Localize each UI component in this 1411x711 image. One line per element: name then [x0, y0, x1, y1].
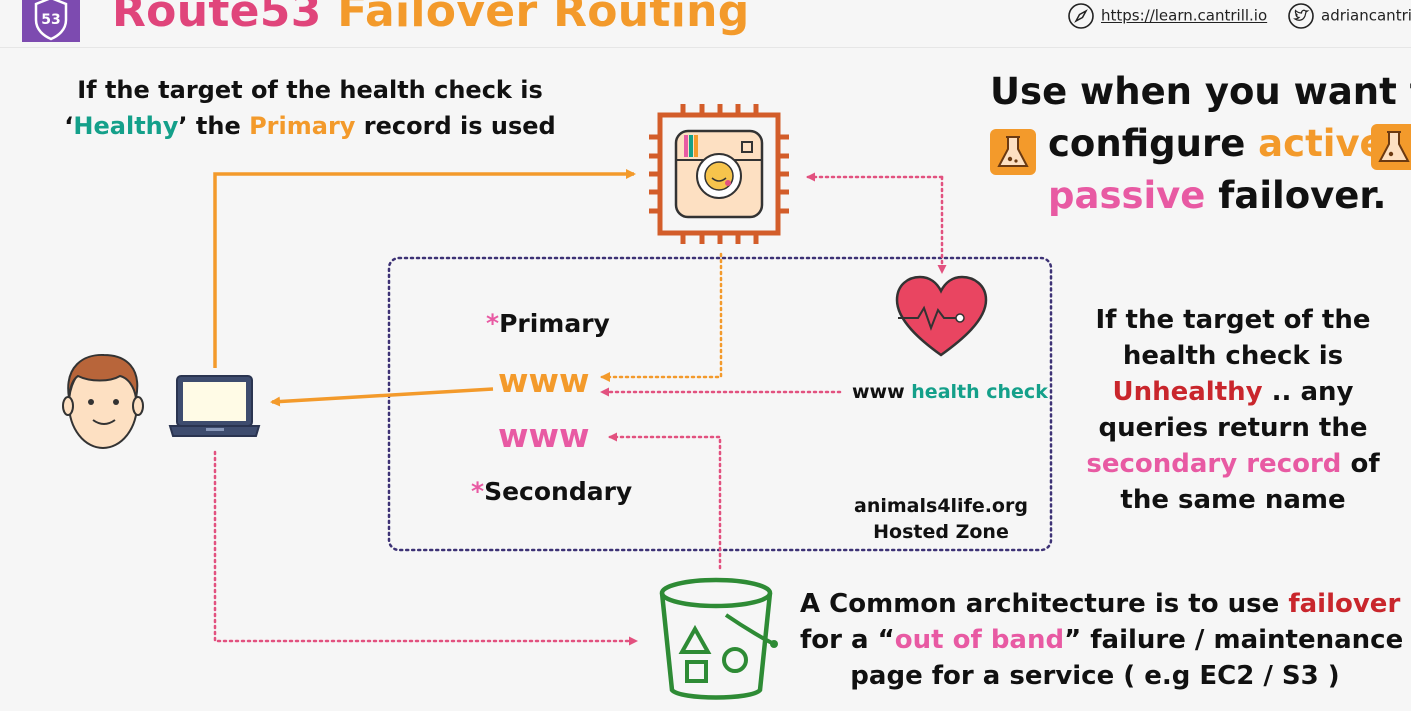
passive-word: passive — [1048, 174, 1206, 217]
secondary-label-text: Secondary — [484, 477, 633, 506]
unhealthy-note-line5-rest: of — [1341, 449, 1380, 479]
unhealthy-note-line4: queries return the — [1098, 413, 1368, 443]
failover-word: failover. — [1205, 174, 1387, 217]
unhealthy-note-line5: secondary record of — [1078, 446, 1388, 482]
secondary-record-label: *Secondary — [471, 477, 632, 506]
zone-type: Hosted Zone — [873, 521, 1009, 543]
common-note-line2: for a “out of band” failure / maintenanc… — [800, 622, 1403, 658]
arrow-primary-target-to-www — [600, 252, 723, 382]
healthy-note-line2: ‘Healthy’ the Primary record is used — [60, 108, 560, 144]
laptop-icon — [168, 375, 261, 437]
arrow-laptop-to-primary — [213, 169, 636, 368]
unhealthy-word: Unhealthy — [1112, 377, 1263, 407]
secondary-star: * — [471, 477, 485, 506]
use-when-line3: passive failover. — [1048, 174, 1386, 217]
secondary-record-words: secondary record — [1086, 449, 1342, 479]
failover-highlight: failover — [1288, 589, 1401, 619]
unhealthy-note-line6: the same name — [1120, 485, 1346, 515]
health-check-prefix: www — [852, 381, 912, 403]
unhealthy-note-line3: Unhealthy .. any — [1078, 374, 1388, 410]
use-when-line1: Use when you want to — [990, 70, 1411, 113]
common-note: A Common architecture is to use failover… — [800, 586, 1403, 694]
unhealthy-note-line2: health check is — [1122, 341, 1344, 371]
common-note-line1-pre: A Common architecture is to use — [800, 589, 1289, 619]
common-note-line1: A Common architecture is to use failover — [800, 586, 1400, 622]
heart-health-icon — [895, 275, 988, 357]
common-note-line2-post: ” failure / maintenance — [1064, 625, 1404, 655]
s3-bucket-icon — [659, 577, 778, 700]
healthy-note-tail: record is used — [355, 112, 556, 140]
www-secondary-record: www — [498, 416, 590, 455]
primary-star: * — [486, 309, 500, 338]
arrow-www-to-laptop — [270, 387, 494, 407]
healthy-note: If the target of the health check is ‘He… — [60, 72, 560, 144]
flask-icon — [990, 129, 1036, 175]
unhealthy-note-line3-rest: .. any — [1262, 377, 1354, 407]
active-word: active — [1258, 122, 1385, 165]
health-check-label: www health check — [852, 381, 1048, 403]
unhealthy-note-line1: If the target of the — [1095, 305, 1371, 335]
healthy-word: Healthy — [73, 112, 179, 140]
use-when-line2: configure active — [1048, 122, 1385, 165]
primary-word: Primary — [249, 112, 356, 140]
primary-record-label: *Primary — [486, 309, 610, 338]
healthy-note-line1: If the target of the health check is — [77, 76, 543, 104]
primary-label-text: Primary — [499, 309, 610, 338]
user-avatar-icon — [62, 353, 144, 449]
unhealthy-note: If the target of the health check is Unh… — [1078, 302, 1388, 518]
common-note-line2-pre: for a “ — [800, 625, 895, 655]
health-check-text: health check — [911, 381, 1048, 403]
www-primary-record: www — [498, 361, 590, 400]
configure-word: configure — [1048, 122, 1259, 165]
out-of-band-highlight: out of band — [894, 625, 1065, 655]
ec2-instance-icon — [649, 104, 789, 244]
zone-name: animals4life.org — [854, 495, 1028, 517]
common-note-line3: page for a service ( e.g EC2 / S3 ) — [850, 661, 1340, 691]
hosted-zone-caption: animals4life.org Hosted Zone — [841, 493, 1041, 545]
healthy-note-mid: ’ the — [178, 112, 250, 140]
